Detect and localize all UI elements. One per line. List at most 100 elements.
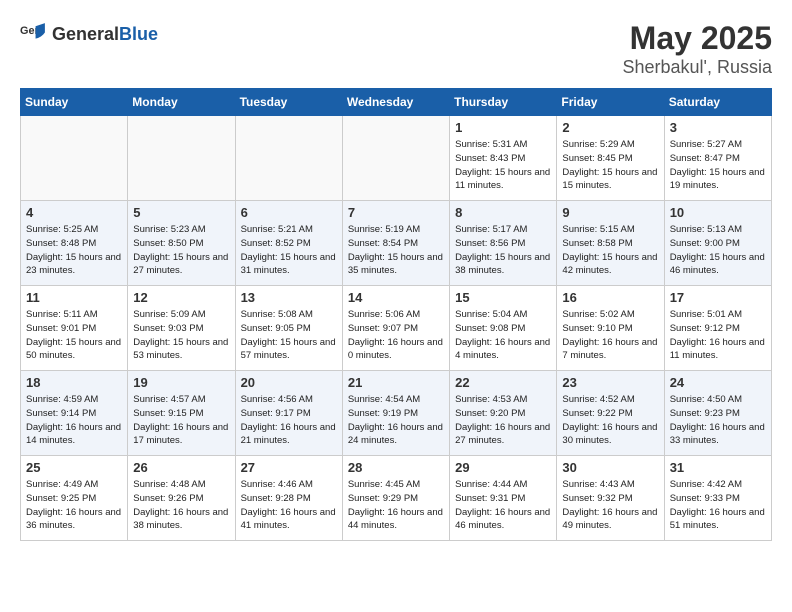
- table-row: [342, 116, 449, 201]
- day-number: 9: [562, 205, 658, 220]
- day-number: 22: [455, 375, 551, 390]
- day-number: 18: [26, 375, 122, 390]
- logo-general: General: [52, 24, 119, 44]
- table-row: 27 Sunrise: 4:46 AMSunset: 9:28 PMDaylig…: [235, 456, 342, 541]
- day-info: Sunrise: 4:45 AMSunset: 9:29 PMDaylight:…: [348, 478, 444, 533]
- day-info: Sunrise: 4:59 AMSunset: 9:14 PMDaylight:…: [26, 393, 122, 448]
- day-info: Sunrise: 5:09 AMSunset: 9:03 PMDaylight:…: [133, 308, 229, 363]
- table-row: 3 Sunrise: 5:27 AMSunset: 8:47 PMDayligh…: [664, 116, 771, 201]
- day-number: 21: [348, 375, 444, 390]
- day-info: Sunrise: 5:27 AMSunset: 8:47 PMDaylight:…: [670, 138, 766, 193]
- table-row: 4 Sunrise: 5:25 AMSunset: 8:48 PMDayligh…: [21, 201, 128, 286]
- page-header: Gen GeneralBlue May 2025 Sherbakul', Rus…: [20, 20, 772, 78]
- table-row: 1 Sunrise: 5:31 AMSunset: 8:43 PMDayligh…: [450, 116, 557, 201]
- day-number: 27: [241, 460, 337, 475]
- day-number: 14: [348, 290, 444, 305]
- day-number: 1: [455, 120, 551, 135]
- day-info: Sunrise: 5:08 AMSunset: 9:05 PMDaylight:…: [241, 308, 337, 363]
- table-row: 11 Sunrise: 5:11 AMSunset: 9:01 PMDaylig…: [21, 286, 128, 371]
- day-info: Sunrise: 5:11 AMSunset: 9:01 PMDaylight:…: [26, 308, 122, 363]
- day-number: 5: [133, 205, 229, 220]
- day-number: 16: [562, 290, 658, 305]
- table-row: 2 Sunrise: 5:29 AMSunset: 8:45 PMDayligh…: [557, 116, 664, 201]
- table-row: 13 Sunrise: 5:08 AMSunset: 9:05 PMDaylig…: [235, 286, 342, 371]
- logo-text: GeneralBlue: [52, 24, 158, 45]
- table-row: 24 Sunrise: 4:50 AMSunset: 9:23 PMDaylig…: [664, 371, 771, 456]
- table-row: 10 Sunrise: 5:13 AMSunset: 9:00 PMDaylig…: [664, 201, 771, 286]
- logo: Gen GeneralBlue: [20, 20, 158, 48]
- table-row: 16 Sunrise: 5:02 AMSunset: 9:10 PMDaylig…: [557, 286, 664, 371]
- day-number: 19: [133, 375, 229, 390]
- day-info: Sunrise: 4:43 AMSunset: 9:32 PMDaylight:…: [562, 478, 658, 533]
- table-row: 17 Sunrise: 5:01 AMSunset: 9:12 PMDaylig…: [664, 286, 771, 371]
- day-number: 23: [562, 375, 658, 390]
- day-info: Sunrise: 4:53 AMSunset: 9:20 PMDaylight:…: [455, 393, 551, 448]
- logo-blue: Blue: [119, 24, 158, 44]
- day-info: Sunrise: 4:42 AMSunset: 9:33 PMDaylight:…: [670, 478, 766, 533]
- day-info: Sunrise: 4:50 AMSunset: 9:23 PMDaylight:…: [670, 393, 766, 448]
- table-row: 15 Sunrise: 5:04 AMSunset: 9:08 PMDaylig…: [450, 286, 557, 371]
- table-row: 5 Sunrise: 5:23 AMSunset: 8:50 PMDayligh…: [128, 201, 235, 286]
- day-number: 17: [670, 290, 766, 305]
- day-info: Sunrise: 5:25 AMSunset: 8:48 PMDaylight:…: [26, 223, 122, 278]
- table-row: 26 Sunrise: 4:48 AMSunset: 9:26 PMDaylig…: [128, 456, 235, 541]
- month-title: May 2025: [622, 20, 772, 57]
- col-saturday: Saturday: [664, 89, 771, 116]
- table-row: [128, 116, 235, 201]
- day-info: Sunrise: 5:29 AMSunset: 8:45 PMDaylight:…: [562, 138, 658, 193]
- day-number: 24: [670, 375, 766, 390]
- day-info: Sunrise: 4:54 AMSunset: 9:19 PMDaylight:…: [348, 393, 444, 448]
- day-number: 26: [133, 460, 229, 475]
- day-info: Sunrise: 4:48 AMSunset: 9:26 PMDaylight:…: [133, 478, 229, 533]
- calendar-week-row: 4 Sunrise: 5:25 AMSunset: 8:48 PMDayligh…: [21, 201, 772, 286]
- table-row: 12 Sunrise: 5:09 AMSunset: 9:03 PMDaylig…: [128, 286, 235, 371]
- day-number: 4: [26, 205, 122, 220]
- day-number: 7: [348, 205, 444, 220]
- table-row: 18 Sunrise: 4:59 AMSunset: 9:14 PMDaylig…: [21, 371, 128, 456]
- col-sunday: Sunday: [21, 89, 128, 116]
- calendar-week-row: 11 Sunrise: 5:11 AMSunset: 9:01 PMDaylig…: [21, 286, 772, 371]
- day-number: 30: [562, 460, 658, 475]
- table-row: 22 Sunrise: 4:53 AMSunset: 9:20 PMDaylig…: [450, 371, 557, 456]
- day-info: Sunrise: 4:44 AMSunset: 9:31 PMDaylight:…: [455, 478, 551, 533]
- day-number: 28: [348, 460, 444, 475]
- logo-icon: Gen: [20, 20, 48, 48]
- day-info: Sunrise: 4:49 AMSunset: 9:25 PMDaylight:…: [26, 478, 122, 533]
- day-number: 11: [26, 290, 122, 305]
- day-number: 31: [670, 460, 766, 475]
- day-number: 20: [241, 375, 337, 390]
- table-row: 19 Sunrise: 4:57 AMSunset: 9:15 PMDaylig…: [128, 371, 235, 456]
- day-number: 29: [455, 460, 551, 475]
- day-number: 3: [670, 120, 766, 135]
- day-info: Sunrise: 5:13 AMSunset: 9:00 PMDaylight:…: [670, 223, 766, 278]
- table-row: 25 Sunrise: 4:49 AMSunset: 9:25 PMDaylig…: [21, 456, 128, 541]
- table-row: 29 Sunrise: 4:44 AMSunset: 9:31 PMDaylig…: [450, 456, 557, 541]
- title-block: May 2025 Sherbakul', Russia: [622, 20, 772, 78]
- table-row: [21, 116, 128, 201]
- table-row: 21 Sunrise: 4:54 AMSunset: 9:19 PMDaylig…: [342, 371, 449, 456]
- table-row: 6 Sunrise: 5:21 AMSunset: 8:52 PMDayligh…: [235, 201, 342, 286]
- col-tuesday: Tuesday: [235, 89, 342, 116]
- day-info: Sunrise: 5:23 AMSunset: 8:50 PMDaylight:…: [133, 223, 229, 278]
- calendar-week-row: 25 Sunrise: 4:49 AMSunset: 9:25 PMDaylig…: [21, 456, 772, 541]
- day-number: 12: [133, 290, 229, 305]
- day-number: 6: [241, 205, 337, 220]
- day-info: Sunrise: 5:02 AMSunset: 9:10 PMDaylight:…: [562, 308, 658, 363]
- location-title: Sherbakul', Russia: [622, 57, 772, 78]
- day-info: Sunrise: 5:04 AMSunset: 9:08 PMDaylight:…: [455, 308, 551, 363]
- col-friday: Friday: [557, 89, 664, 116]
- calendar-week-row: 1 Sunrise: 5:31 AMSunset: 8:43 PMDayligh…: [21, 116, 772, 201]
- table-row: 20 Sunrise: 4:56 AMSunset: 9:17 PMDaylig…: [235, 371, 342, 456]
- table-row: 31 Sunrise: 4:42 AMSunset: 9:33 PMDaylig…: [664, 456, 771, 541]
- day-number: 15: [455, 290, 551, 305]
- col-wednesday: Wednesday: [342, 89, 449, 116]
- day-info: Sunrise: 5:15 AMSunset: 8:58 PMDaylight:…: [562, 223, 658, 278]
- day-info: Sunrise: 4:57 AMSunset: 9:15 PMDaylight:…: [133, 393, 229, 448]
- day-info: Sunrise: 4:56 AMSunset: 9:17 PMDaylight:…: [241, 393, 337, 448]
- calendar-week-row: 18 Sunrise: 4:59 AMSunset: 9:14 PMDaylig…: [21, 371, 772, 456]
- day-info: Sunrise: 5:17 AMSunset: 8:56 PMDaylight:…: [455, 223, 551, 278]
- table-row: [235, 116, 342, 201]
- day-number: 8: [455, 205, 551, 220]
- col-thursday: Thursday: [450, 89, 557, 116]
- day-info: Sunrise: 4:46 AMSunset: 9:28 PMDaylight:…: [241, 478, 337, 533]
